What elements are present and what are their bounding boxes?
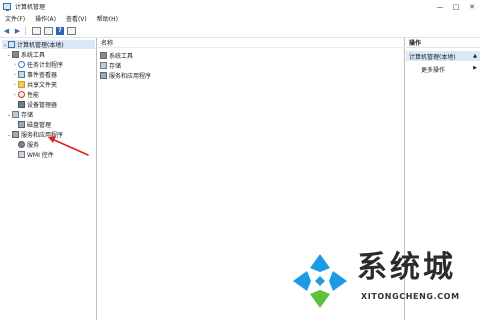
column-header-name[interactable]: 名称: [98, 38, 405, 48]
tree-item-services-and-applications[interactable]: ⌄ 服务和应用程序: [6, 130, 63, 139]
export-list-icon[interactable]: [44, 26, 53, 35]
tree-item-device-manager[interactable]: 设备管理器: [18, 100, 57, 109]
device-manager-icon: [18, 101, 25, 108]
tree-item-shared-folders[interactable]: › 共享文件夹: [12, 80, 57, 89]
tree-item-disk-management[interactable]: 磁盘管理: [18, 120, 51, 129]
submenu-arrow-icon[interactable]: ▶: [473, 65, 477, 71]
storage-icon: [100, 61, 107, 69]
tree-item-label: 计算机管理(本地): [17, 42, 64, 49]
tree-item-computer-management[interactable]: ⌄ 计算机管理(本地): [2, 40, 95, 49]
tree-item-system-tools[interactable]: ⌄ 系统工具: [6, 50, 45, 59]
computer-management-icon: [3, 3, 11, 11]
minimize-button[interactable]: —: [432, 0, 448, 13]
list-item-label: 存储: [109, 62, 122, 70]
show-hide-tree-icon[interactable]: [32, 26, 41, 35]
list-item-system-tools[interactable]: 系统工具: [100, 50, 133, 60]
show-hide-action-pane-icon[interactable]: [67, 26, 76, 35]
window-controls: — □ ✕: [432, 0, 480, 13]
list-item-label: 服务和应用程序: [109, 72, 152, 80]
shared-folder-icon: [18, 81, 25, 88]
xitongcheng-logo-icon: [293, 254, 347, 308]
help-icon[interactable]: ?: [56, 26, 64, 35]
disk-icon: [18, 121, 25, 128]
site-watermark: 系统城 XITONGCHENG.COM: [285, 240, 480, 320]
more-actions-link[interactable]: 更多操作: [421, 65, 445, 74]
services-apps-icon: [100, 71, 107, 79]
menu-help[interactable]: 帮助(H): [92, 14, 123, 23]
tree-item-label: 系统工具: [21, 52, 46, 59]
clock-icon: [18, 61, 25, 68]
tools-icon: [100, 51, 107, 59]
collapse-arrow-icon[interactable]: ▲: [473, 53, 477, 59]
tree-item-label: 任务计划程序: [27, 62, 64, 69]
tree-item-label: 磁盘管理: [27, 122, 52, 129]
tree-item-performance[interactable]: › 性能: [12, 90, 39, 99]
tree-item-label: 存储: [21, 112, 34, 119]
watermark-subtitle: XITONGCHENG.COM: [361, 292, 460, 301]
tree-item-services[interactable]: 服务: [18, 140, 39, 149]
tree-item-label: 服务: [27, 142, 40, 149]
tree-item-task-scheduler[interactable]: › 任务计划程序: [12, 60, 63, 69]
list-item-services-and-applications[interactable]: 服务和应用程序: [100, 70, 151, 80]
menu-action[interactable]: 操作(A): [30, 14, 61, 23]
forward-arrow-icon[interactable]: ▶: [13, 26, 22, 35]
tree-item-storage[interactable]: ⌄ 存储: [6, 110, 33, 119]
gear-icon: [18, 141, 25, 148]
actions-header: 操作: [406, 38, 480, 48]
tree-item-label: 设备管理器: [27, 102, 58, 109]
window-title: 计算机管理: [15, 4, 46, 11]
tree-item-event-viewer[interactable]: › 事件查看器: [12, 70, 57, 79]
list-item-storage[interactable]: 存储: [100, 60, 121, 70]
storage-icon: [12, 111, 19, 118]
maximize-button[interactable]: □: [448, 0, 464, 13]
actions-section-label: 计算机管理(本地): [409, 53, 456, 61]
computer-icon: [8, 41, 15, 48]
column-header-label: 名称: [101, 40, 114, 47]
menu-view[interactable]: 查看(V): [61, 14, 92, 23]
toolbar-divider: [25, 26, 26, 35]
title-bar: 计算机管理 — □ ✕: [0, 0, 480, 13]
event-log-icon: [18, 71, 25, 78]
actions-section-computer-management[interactable]: 计算机管理(本地) ▲: [406, 51, 480, 61]
toolbar: ◀ ▶ ?: [0, 24, 480, 38]
tree-item-label: 共享文件夹: [27, 82, 58, 89]
performance-icon: [18, 91, 25, 98]
tree-item-label: 性能: [27, 92, 40, 99]
wmi-icon: [18, 151, 25, 158]
menu-file[interactable]: 文件(F): [0, 14, 30, 23]
services-apps-icon: [12, 131, 19, 138]
list-item-label: 系统工具: [109, 52, 134, 60]
tree-item-wmi-control[interactable]: WMI 控件: [18, 150, 54, 159]
close-button[interactable]: ✕: [464, 0, 480, 13]
tree-item-label: 事件查看器: [27, 72, 58, 79]
tree-item-label: 服务和应用程序: [21, 132, 64, 139]
console-tree: ⌄ 计算机管理(本地) ⌄ 系统工具 › 任务计划程序 › 事件查看器 › 共享…: [0, 38, 97, 320]
watermark-title: 系统城: [357, 250, 456, 285]
tools-icon: [12, 51, 19, 58]
back-arrow-icon[interactable]: ◀: [2, 26, 11, 35]
menu-bar: 文件(F) 操作(A) 查看(V) 帮助(H): [0, 13, 480, 24]
tree-item-label: WMI 控件: [27, 152, 54, 159]
